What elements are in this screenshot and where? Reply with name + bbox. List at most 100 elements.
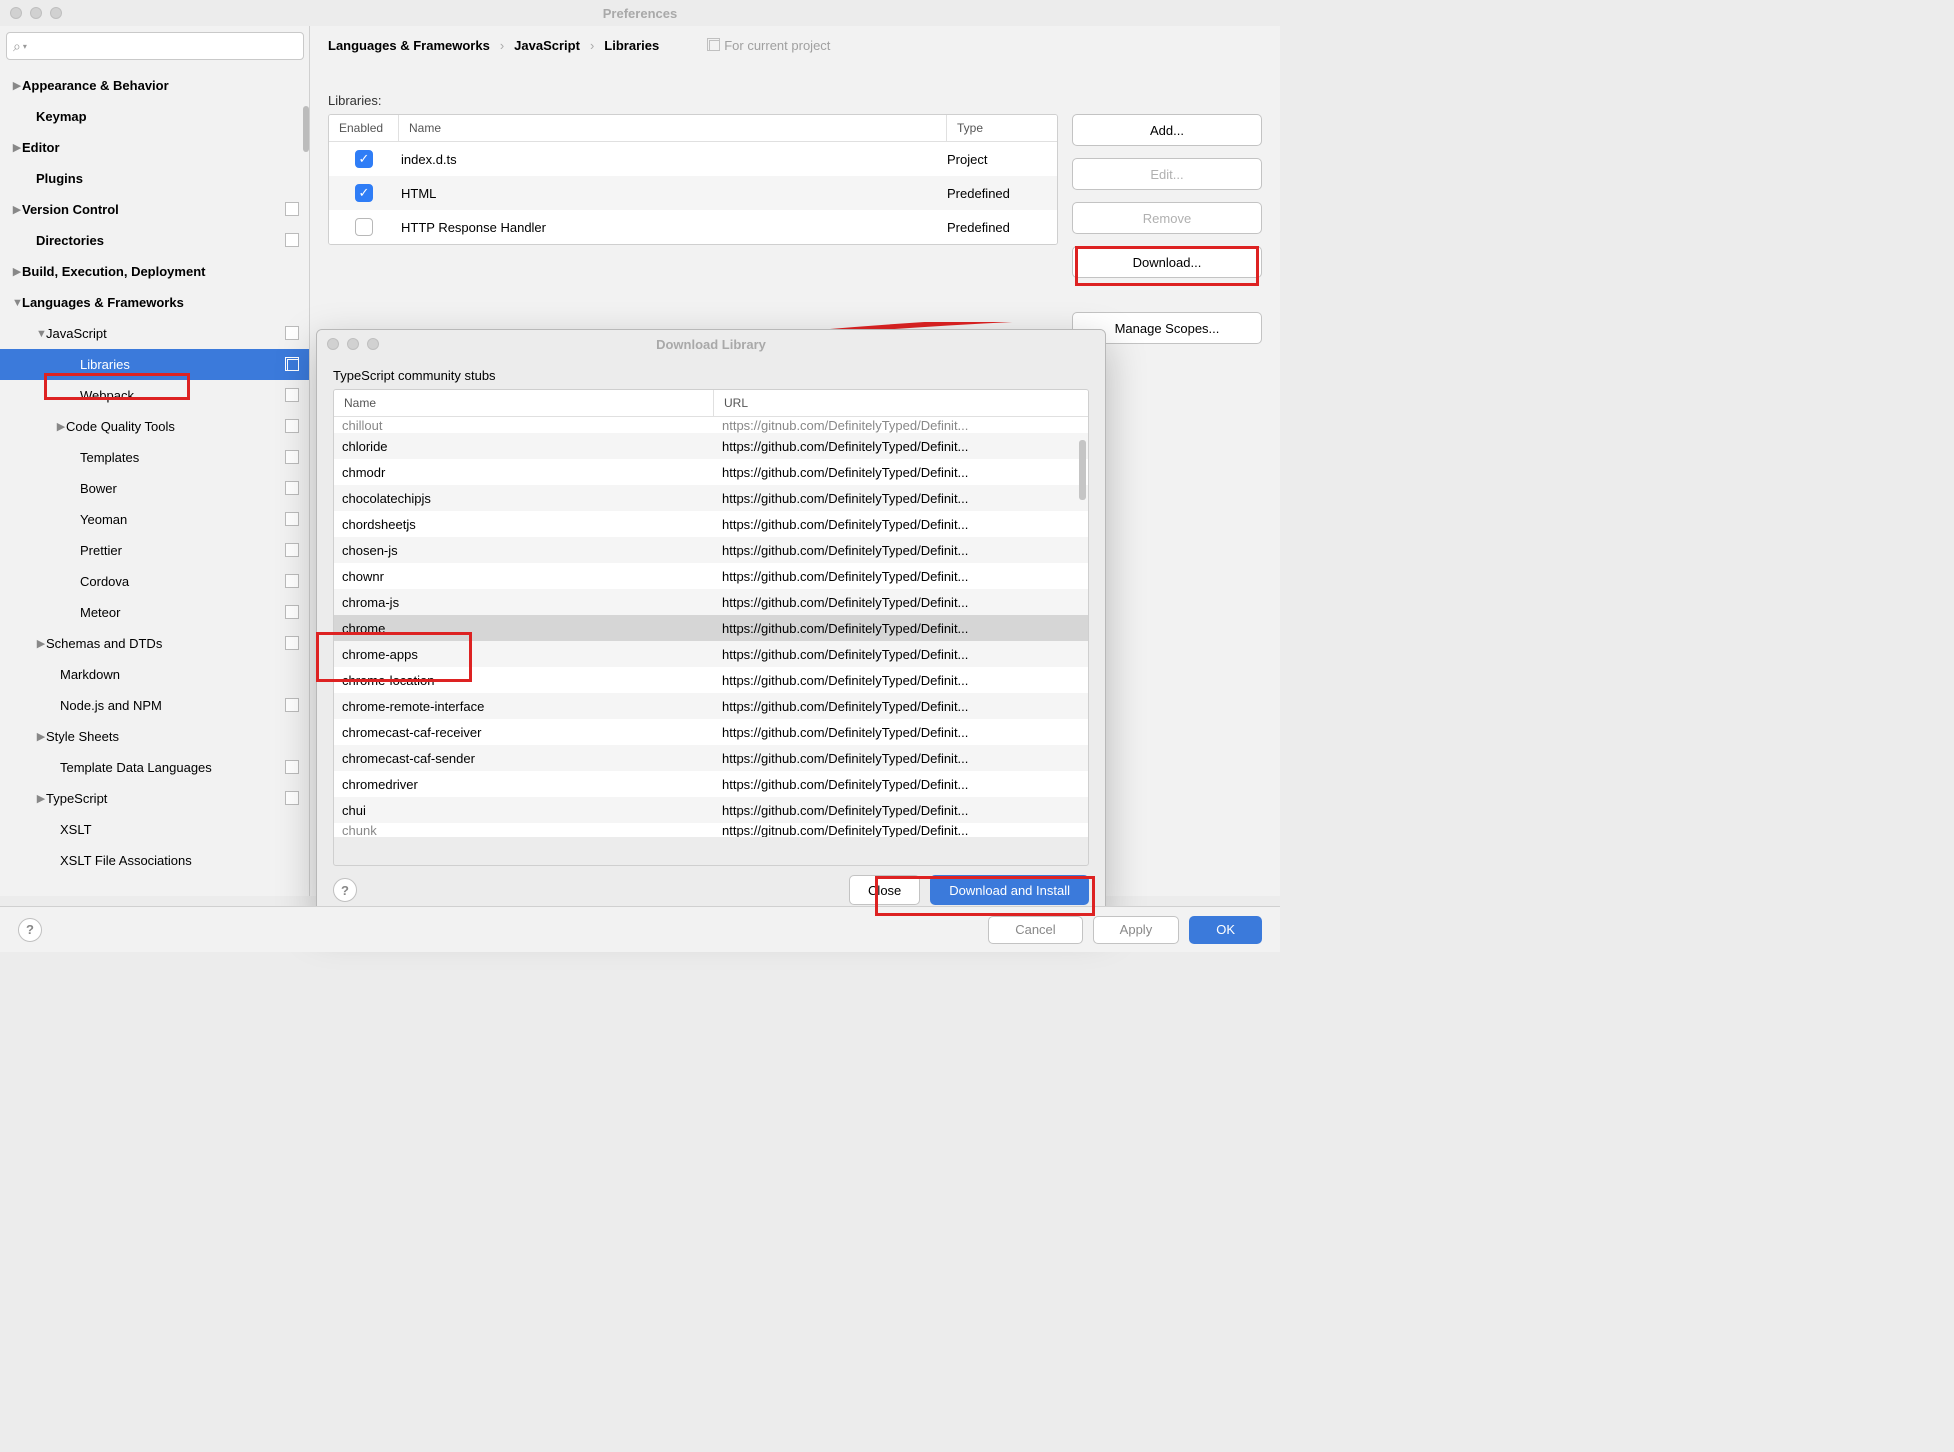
help-button[interactable]: ? xyxy=(333,878,357,902)
stub-row[interactable]: chosen-jshttps://github.com/DefinitelyTy… xyxy=(334,537,1088,563)
sidebar-item[interactable]: Libraries xyxy=(0,349,309,380)
col-name[interactable]: Name xyxy=(334,390,714,416)
close-button[interactable]: Close xyxy=(849,875,920,905)
sidebar-item[interactable]: Yeoman xyxy=(0,504,309,535)
col-name[interactable]: Name xyxy=(399,115,947,141)
download-button[interactable]: Download... xyxy=(1072,246,1262,278)
sidebar-item-label: Version Control xyxy=(22,202,287,217)
sidebar-item-label: Build, Execution, Deployment xyxy=(22,264,299,279)
stub-row[interactable]: chordsheetjshttps://github.com/Definitel… xyxy=(334,511,1088,537)
sidebar-item-label: Style Sheets xyxy=(46,729,299,744)
ok-button[interactable]: OK xyxy=(1189,916,1262,944)
sidebar-item-label: Libraries xyxy=(80,357,287,372)
sidebar-item-label: Webpack xyxy=(80,388,287,403)
library-row[interactable]: ✓HTMLPredefined xyxy=(329,176,1057,210)
sidebar-item[interactable]: Plugins xyxy=(0,163,309,194)
sidebar-item[interactable]: ▶TypeScript xyxy=(0,783,309,814)
copy-icon xyxy=(287,359,299,371)
stub-name: chordsheetjs xyxy=(334,517,714,532)
apply-button[interactable]: Apply xyxy=(1093,916,1180,944)
copy-icon xyxy=(287,793,299,805)
sidebar-item[interactable]: ▶Style Sheets xyxy=(0,721,309,752)
stub-row[interactable]: chilloutnttps://gitnub.com/DefinitelyTyp… xyxy=(334,417,1088,433)
sidebar-item[interactable]: ▶Code Quality Tools xyxy=(0,411,309,442)
window-titlebar: Preferences xyxy=(0,0,1280,26)
copy-icon xyxy=(287,483,299,495)
col-enabled[interactable]: Enabled xyxy=(329,115,399,141)
breadcrumb-item[interactable]: JavaScript xyxy=(514,38,580,53)
col-type[interactable]: Type xyxy=(947,115,1057,141)
stub-row[interactable]: chuihttps://github.com/DefinitelyTyped/D… xyxy=(334,797,1088,823)
stub-url: https://github.com/DefinitelyTyped/Defin… xyxy=(714,803,1088,818)
stub-name: chrome-apps xyxy=(334,647,714,662)
stub-name: chui xyxy=(334,803,714,818)
stub-row[interactable]: chownrhttps://github.com/DefinitelyTyped… xyxy=(334,563,1088,589)
cancel-button[interactable]: Cancel xyxy=(988,916,1082,944)
breadcrumb-item[interactable]: Languages & Frameworks xyxy=(328,38,490,53)
library-type: Project xyxy=(947,152,1057,167)
dialog-scrollbar[interactable] xyxy=(1079,440,1086,500)
enabled-checkbox[interactable]: ✓ xyxy=(355,184,373,202)
enabled-checkbox[interactable] xyxy=(355,218,373,236)
add-button[interactable]: Add... xyxy=(1072,114,1262,146)
enabled-checkbox[interactable]: ✓ xyxy=(355,150,373,168)
sidebar-item[interactable]: Prettier xyxy=(0,535,309,566)
search-input[interactable]: ⌕▾ xyxy=(6,32,304,60)
sidebar-item[interactable]: ▶Version Control xyxy=(0,194,309,225)
stub-row[interactable]: chromehttps://github.com/DefinitelyTyped… xyxy=(334,615,1088,641)
stub-row[interactable]: chromedriverhttps://github.com/Definitel… xyxy=(334,771,1088,797)
stub-row[interactable]: chrome-locationhttps://github.com/Defini… xyxy=(334,667,1088,693)
sidebar-item[interactable]: ▶Editor xyxy=(0,132,309,163)
sidebar-item[interactable]: Webpack xyxy=(0,380,309,411)
library-row[interactable]: ✓index.d.tsProject xyxy=(329,142,1057,176)
sidebar-item-label: Editor xyxy=(22,140,299,155)
copy-icon xyxy=(709,40,720,51)
copy-icon xyxy=(287,328,299,340)
help-button[interactable]: ? xyxy=(18,918,42,942)
sidebar-item[interactable]: Markdown xyxy=(0,659,309,690)
stub-row[interactable]: chrome-appshttps://github.com/Definitely… xyxy=(334,641,1088,667)
sidebar-item[interactable]: Directories xyxy=(0,225,309,256)
sidebar-item[interactable]: Template Data Languages xyxy=(0,752,309,783)
expand-arrow-icon: ▶ xyxy=(12,79,22,92)
sidebar-item-label: Templates xyxy=(80,450,287,465)
expand-arrow-icon: ▶ xyxy=(12,203,22,216)
expand-arrow-icon: ▶ xyxy=(36,637,46,650)
stub-row[interactable]: chloridehttps://github.com/DefinitelyTyp… xyxy=(334,433,1088,459)
sidebar-item[interactable]: Meteor xyxy=(0,597,309,628)
stub-row[interactable]: chocolatechipjshttps://github.com/Defini… xyxy=(334,485,1088,511)
stub-row[interactable]: chroma-jshttps://github.com/DefinitelyTy… xyxy=(334,589,1088,615)
expand-arrow-icon: ▶ xyxy=(12,141,22,154)
sidebar-item[interactable]: Cordova xyxy=(0,566,309,597)
sidebar-item[interactable]: ▼Languages & Frameworks xyxy=(0,287,309,318)
stub-row[interactable]: chromecast-caf-senderhttps://github.com/… xyxy=(334,745,1088,771)
sidebar-item[interactable]: ▼JavaScript xyxy=(0,318,309,349)
sidebar-item[interactable]: ▶Appearance & Behavior xyxy=(0,70,309,101)
sidebar-item[interactable]: Node.js and NPM xyxy=(0,690,309,721)
sidebar-item[interactable]: XSLT File Associations xyxy=(0,845,309,876)
stub-row[interactable]: chmodrhttps://github.com/DefinitelyTyped… xyxy=(334,459,1088,485)
sidebar-item-label: Plugins xyxy=(36,171,299,186)
stub-row[interactable]: chrome-remote-interfacehttps://github.co… xyxy=(334,693,1088,719)
stub-row[interactable]: chunknttps://gitnub.com/DefinitelyTyped/… xyxy=(334,823,1088,837)
library-row[interactable]: HTTP Response HandlerPredefined xyxy=(329,210,1057,244)
expand-arrow-icon: ▶ xyxy=(56,420,66,433)
chevron-right-icon: › xyxy=(500,38,504,53)
sidebar-item[interactable]: ▶Build, Execution, Deployment xyxy=(0,256,309,287)
stubs-label: TypeScript community stubs xyxy=(333,368,1089,383)
sidebar-item-label: Directories xyxy=(36,233,287,248)
sidebar-item[interactable]: Keymap xyxy=(0,101,309,132)
download-install-button[interactable]: Download and Install xyxy=(930,875,1089,905)
library-type: Predefined xyxy=(947,186,1057,201)
stub-url: https://github.com/DefinitelyTyped/Defin… xyxy=(714,439,1088,454)
col-url[interactable]: URL xyxy=(714,390,1088,416)
sidebar-item[interactable]: ▶Schemas and DTDs xyxy=(0,628,309,659)
stub-name: chromecast-caf-sender xyxy=(334,751,714,766)
stub-row[interactable]: chromecast-caf-receiverhttps://github.co… xyxy=(334,719,1088,745)
sidebar-item[interactable]: Bower xyxy=(0,473,309,504)
copy-icon xyxy=(287,638,299,650)
sidebar-item[interactable]: Templates xyxy=(0,442,309,473)
sidebar-scrollbar[interactable] xyxy=(303,106,309,152)
sidebar-item[interactable]: XSLT xyxy=(0,814,309,845)
stub-url: https://github.com/DefinitelyTyped/Defin… xyxy=(714,465,1088,480)
